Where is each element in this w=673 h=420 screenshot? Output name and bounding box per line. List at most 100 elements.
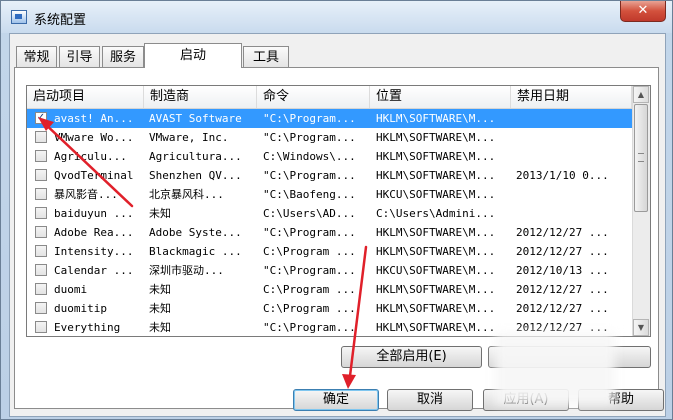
cell-location: HKLM\SOFTWARE\M...	[376, 169, 496, 182]
cell-item: 暴风影音...	[54, 188, 118, 201]
startup-checkbox[interactable]	[35, 264, 47, 276]
table-row[interactable]: duomi 未知 C:\Program ... HKLM\SOFTWARE\M... 2…	[27, 280, 632, 299]
table-row[interactable]: Agriculu... Agricultura... C:\Windows\... H…	[27, 147, 632, 166]
cell-maker: 未知	[149, 283, 171, 296]
cell-location: HKLM\SOFTWARE\M...	[376, 245, 496, 258]
cell-date: 2012/10/13 ...	[516, 264, 609, 277]
startup-checkbox[interactable]	[35, 321, 47, 333]
cell-location: HKLM\SOFTWARE\M...	[376, 150, 496, 163]
table-row[interactable]: Calendar ... 深圳市驱动... "C:\Program... HKCU\S…	[27, 261, 632, 280]
cell-command: C:\Program ...	[263, 283, 356, 296]
cell-maker: Blackmagic ...	[149, 245, 242, 258]
cell-location: HKLM\SOFTWARE\M...	[376, 321, 496, 334]
tab-boot[interactable]: 引导	[59, 46, 100, 67]
cell-maker: 未知	[149, 207, 171, 220]
cell-item: Everything	[54, 321, 121, 334]
startup-checkbox[interactable]: ✓	[35, 112, 47, 124]
cell-date	[516, 109, 631, 128]
cell-item: avast! An...	[54, 112, 134, 125]
cell-command: "C:\Program...	[263, 321, 356, 334]
cell-command: "C:\Program...	[263, 112, 356, 125]
cell-location: HKLM\SOFTWARE\M...	[376, 283, 496, 296]
cell-item: baiduyun ...	[54, 207, 134, 220]
table-row[interactable]: duomitip 未知 C:\Program ... HKLM\SOFTWARE\M.…	[27, 299, 632, 318]
close-button[interactable]: ✕	[620, 1, 666, 22]
table-row[interactable]: 暴风影音... 北京暴风科... "C:\Baofeng... HKCU\SOFTWA…	[27, 185, 632, 204]
startup-items-list[interactable]: 启动项目 制造商 命令 位置 禁用日期 ✓ avast! An... AVAST S…	[26, 85, 651, 337]
ok-button[interactable]: 确定	[293, 389, 379, 411]
cell-item: duomitip	[54, 302, 107, 315]
startup-checkbox[interactable]	[35, 150, 47, 162]
startup-checkbox[interactable]	[35, 131, 47, 143]
scroll-up-icon[interactable]: ▲	[633, 86, 649, 103]
title-bar[interactable]: 系统配置 ✕	[1, 1, 672, 33]
cell-command: C:\Windows\...	[263, 150, 356, 163]
cell-date	[516, 185, 631, 204]
cell-command: "C:\Program...	[263, 226, 356, 239]
cell-maker: Agricultura...	[149, 150, 242, 163]
cell-date	[516, 147, 631, 166]
cell-date	[516, 204, 631, 223]
table-row[interactable]: Adobe Rea... Adobe Syste... "C:\Program...…	[27, 223, 632, 242]
column-header-item[interactable]: 启动项目	[27, 86, 144, 108]
cell-command: C:\Program ...	[263, 302, 356, 315]
cell-item: Intensity...	[54, 245, 134, 258]
cell-item: duomi	[54, 283, 88, 296]
cell-command: "C:\Program...	[263, 264, 356, 277]
column-header-location[interactable]: 位置	[370, 86, 511, 108]
vertical-scrollbar[interactable]: ▲ ▼	[632, 86, 650, 336]
cell-item: Agriculu...	[54, 150, 127, 163]
cell-maker: 未知	[149, 302, 171, 315]
cell-maker: AVAST Software	[149, 112, 242, 125]
enable-all-button[interactable]: 全部启用(E)	[341, 346, 482, 368]
cell-date	[516, 128, 631, 147]
tab-startup[interactable]: 启动	[144, 43, 242, 68]
cell-maker: 北京暴风科...	[149, 188, 224, 201]
window-title: 系统配置	[34, 13, 87, 28]
table-row[interactable]: ✓ avast! An... AVAST Software "C:\Program..…	[27, 109, 632, 128]
cell-date: 2013/1/10 0...	[516, 169, 609, 182]
startup-checkbox[interactable]	[35, 302, 47, 314]
column-header-maker[interactable]: 制造商	[144, 86, 257, 108]
msconfig-icon	[11, 10, 27, 24]
tab-services[interactable]: 服务	[102, 46, 144, 67]
scroll-down-icon[interactable]: ▼	[633, 319, 649, 336]
cell-command: "C:\Baofeng...	[263, 188, 356, 201]
cell-maker: Adobe Syste...	[149, 226, 242, 239]
cell-location: HKLM\SOFTWARE\M...	[376, 131, 496, 144]
startup-checkbox[interactable]	[35, 169, 47, 181]
cell-location: C:\Users\Admini...	[376, 207, 496, 220]
column-header-command[interactable]: 命令	[257, 86, 370, 108]
table-row[interactable]: QvodTerminal Shenzhen QV... "C:\Program...…	[27, 166, 632, 185]
cell-maker: 未知	[149, 321, 171, 334]
column-header-disabled-date[interactable]: 禁用日期	[511, 86, 632, 108]
cell-date: 2012/12/27 ...	[516, 226, 609, 239]
table-row[interactable]: Intensity... Blackmagic ... C:\Program ...…	[27, 242, 632, 261]
cancel-button[interactable]: 取消	[387, 389, 473, 411]
cell-command: "C:\Program...	[263, 169, 356, 182]
cell-location: HKCU\SOFTWARE\M...	[376, 264, 496, 277]
cell-maker: VMware, Inc.	[149, 131, 229, 144]
tab-tools[interactable]: 工具	[243, 46, 289, 67]
blurred-overlay	[495, 333, 615, 405]
cell-maker: 深圳市驱动...	[149, 264, 224, 277]
scroll-thumb[interactable]	[634, 104, 648, 212]
cell-item: VMware Wo...	[54, 131, 134, 144]
cell-date: 2012/12/27 ...	[516, 283, 609, 296]
cell-date: 2012/12/27 ...	[516, 245, 609, 258]
cell-item: Adobe Rea...	[54, 226, 134, 239]
startup-checkbox[interactable]	[35, 207, 47, 219]
cell-command: "C:\Program...	[263, 131, 356, 144]
list-header: 启动项目 制造商 命令 位置 禁用日期	[27, 86, 632, 109]
startup-checkbox[interactable]	[35, 188, 47, 200]
startup-checkbox[interactable]	[35, 226, 47, 238]
startup-checkbox[interactable]	[35, 283, 47, 295]
cell-item: QvodTerminal	[54, 169, 134, 182]
cell-item: Calendar ...	[54, 264, 134, 277]
startup-checkbox[interactable]	[35, 245, 47, 257]
cell-command: C:\Users\AD...	[263, 207, 356, 220]
table-row[interactable]: VMware Wo... VMware, Inc. "C:\Program... HK…	[27, 128, 632, 147]
cell-location: HKCU\SOFTWARE\M...	[376, 188, 496, 201]
tab-general[interactable]: 常规	[16, 46, 57, 67]
table-row[interactable]: baiduyun ... 未知 C:\Users\AD... C:\Users\Adm…	[27, 204, 632, 223]
